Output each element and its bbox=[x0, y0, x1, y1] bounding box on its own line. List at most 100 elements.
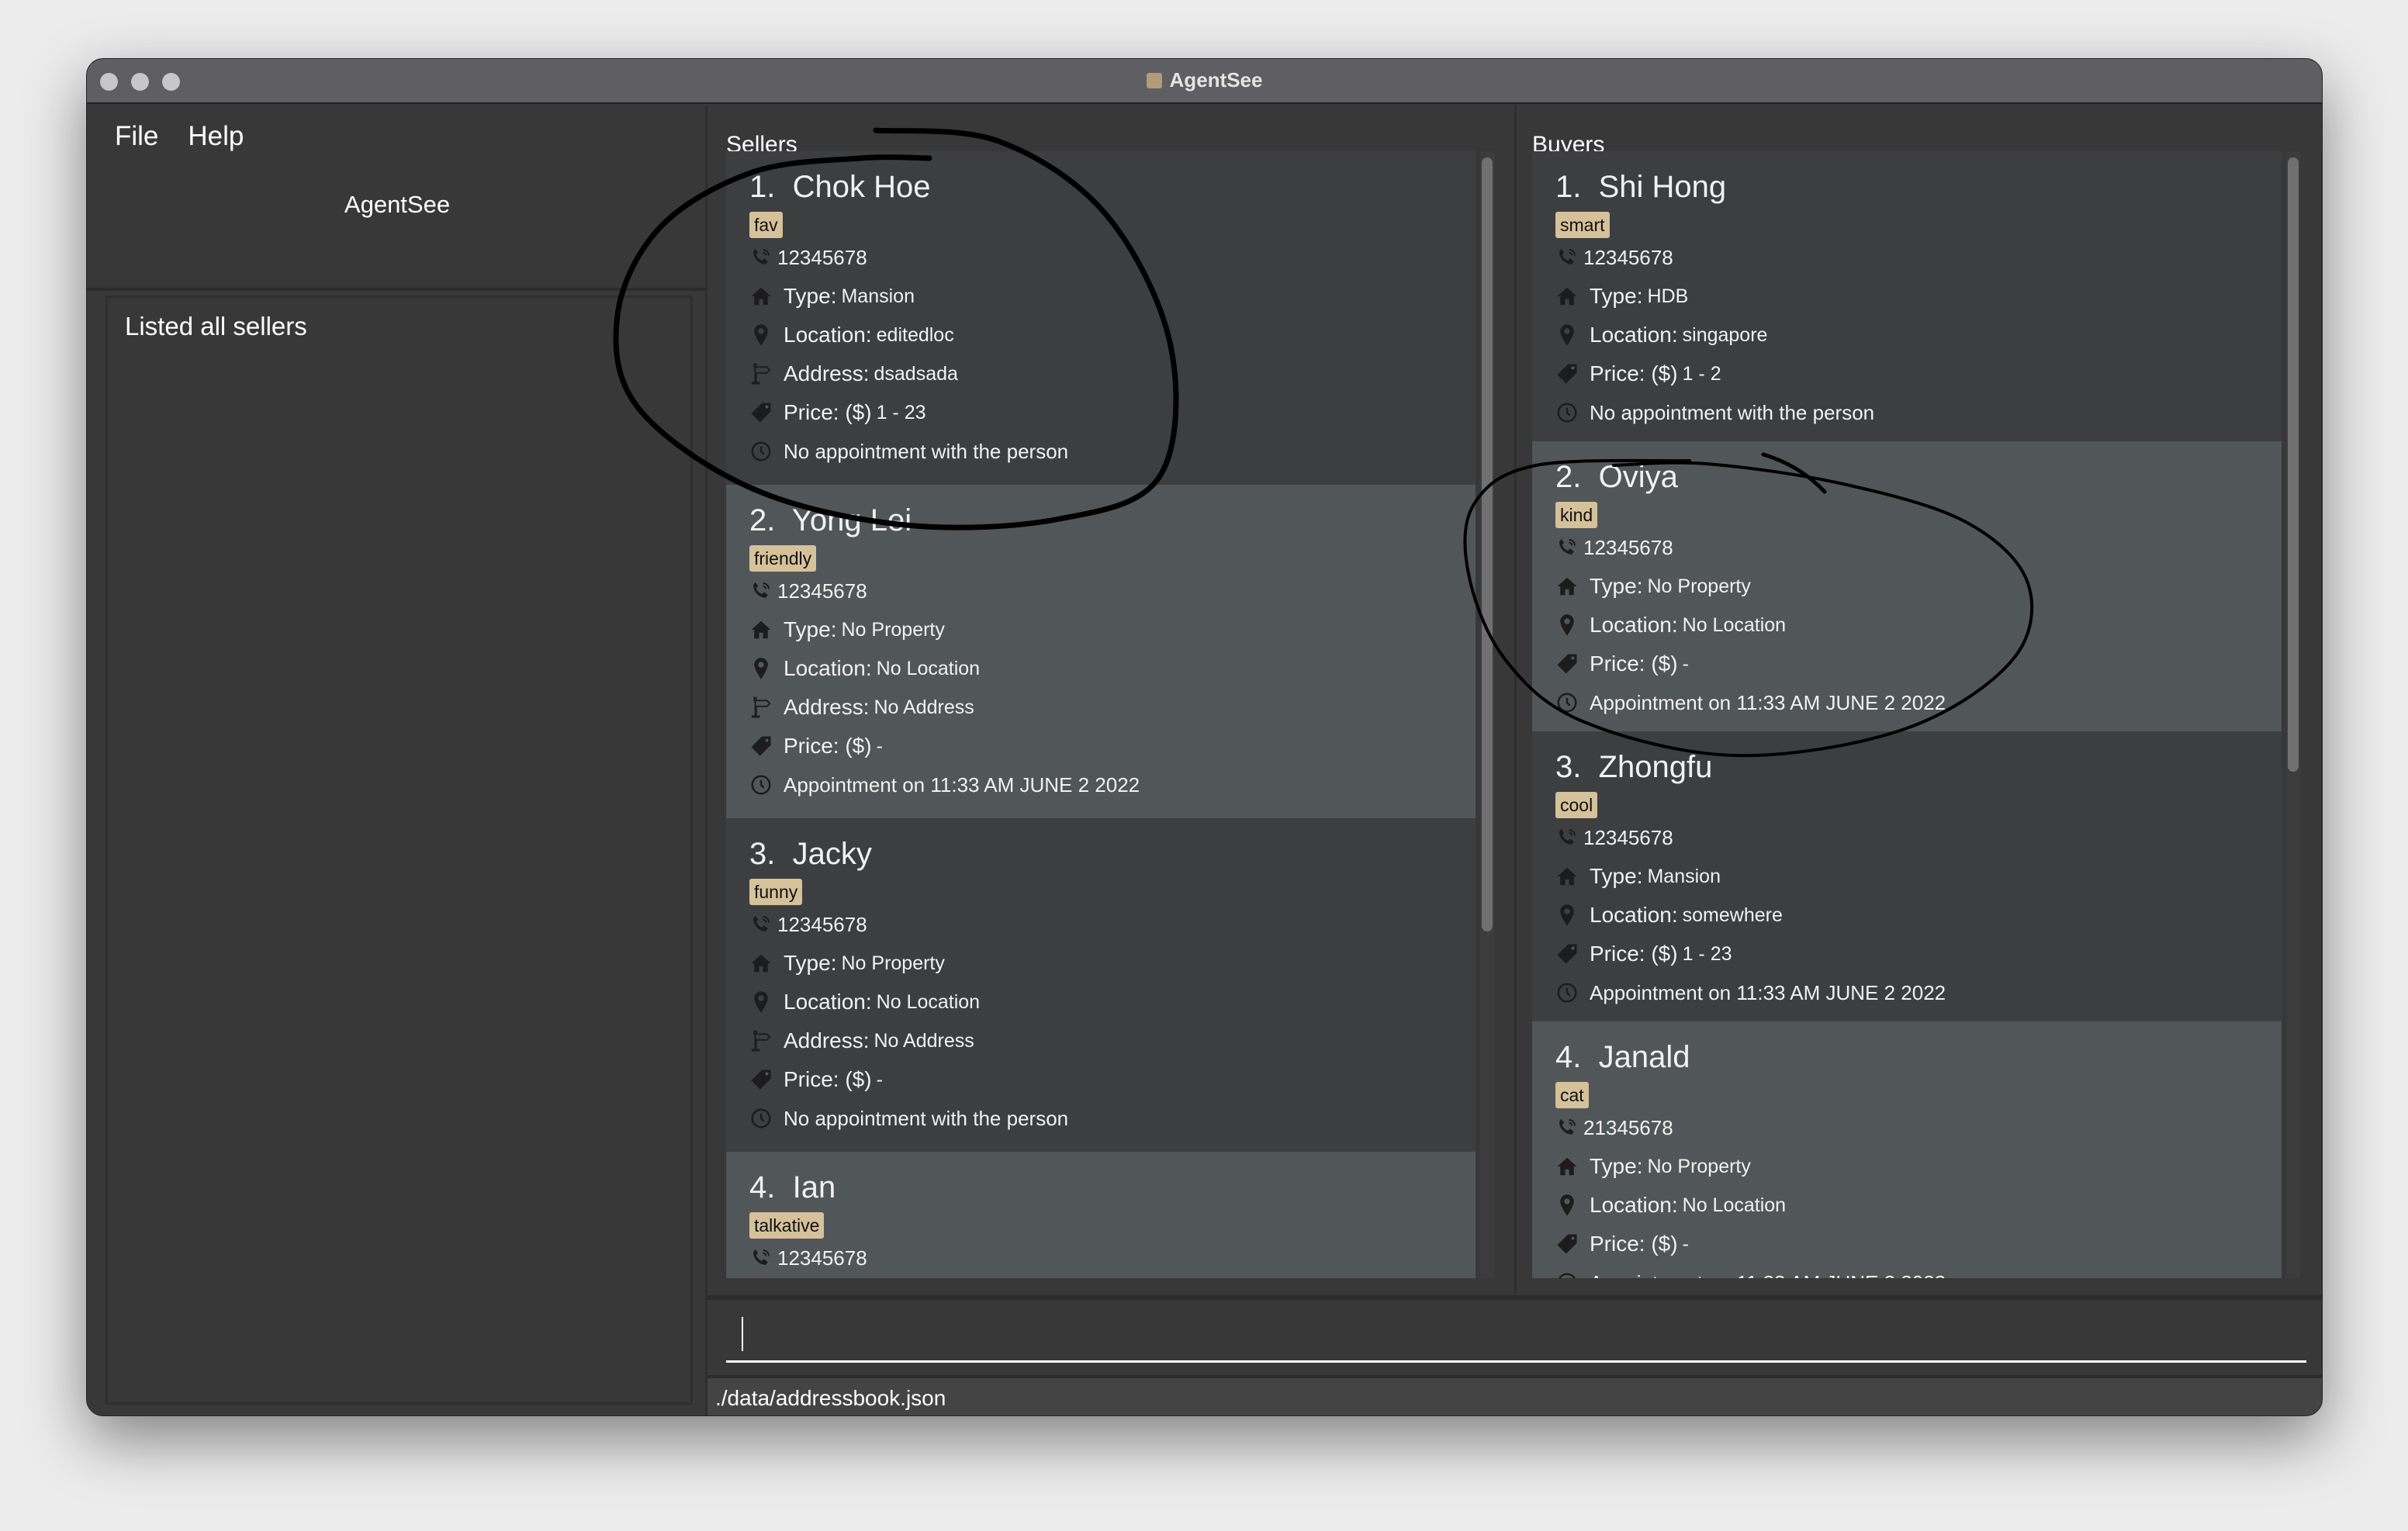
sellers-scrollbar[interactable] bbox=[1480, 151, 1494, 1278]
sellers-scroll-thumb[interactable] bbox=[1482, 157, 1493, 931]
buyers-scroll-thumb[interactable] bbox=[2288, 157, 2299, 772]
clock-icon bbox=[749, 1107, 784, 1130]
type-value: Mansion bbox=[1647, 865, 1721, 887]
location-row: Location: singapore bbox=[1555, 316, 2282, 354]
house-icon bbox=[749, 952, 784, 975]
address-value: No Address bbox=[874, 1029, 974, 1052]
menu-file[interactable]: File bbox=[115, 121, 158, 152]
tag-list: cat bbox=[1555, 1077, 2282, 1108]
price-tag-icon bbox=[749, 1068, 784, 1091]
location-value: No Location bbox=[1682, 1194, 1787, 1216]
menu-help[interactable]: Help bbox=[188, 121, 244, 152]
person-card[interactable]: 3. Jacky funny 12345678 Type: No Property Loc… bbox=[726, 818, 1476, 1152]
location-label: Location: bbox=[784, 990, 872, 1014]
type-value: No Property bbox=[1647, 575, 1751, 597]
type-row: Type: HDB bbox=[1555, 277, 2282, 316]
price-row: Price: ($) 1 - 23 bbox=[749, 393, 1476, 432]
price-label: Price: ($) bbox=[784, 400, 872, 424]
price-row: Price: ($) 1 - 2 bbox=[1555, 354, 2282, 393]
left-pane: File Help AgentSee Listed all sellers bbox=[87, 105, 708, 1415]
address-label: Address: bbox=[784, 361, 870, 385]
tag-badge: cat bbox=[1555, 1082, 1589, 1108]
tag-list: talkative bbox=[749, 1208, 1476, 1239]
price-row: Price: ($) - bbox=[1555, 645, 2282, 683]
person-index: 2. bbox=[1555, 460, 1582, 494]
tag-list: funny bbox=[749, 874, 1476, 905]
price-value: 1 - 23 bbox=[1682, 942, 1732, 965]
clock-icon bbox=[1555, 691, 1590, 714]
type-value: HDB bbox=[1647, 285, 1689, 307]
price-label: Price: ($) bbox=[1590, 942, 1678, 966]
person-name-text: Chok Hoe bbox=[792, 170, 931, 204]
menu-bar: File Help bbox=[115, 121, 244, 152]
price-tag-icon bbox=[749, 734, 784, 758]
window-title-text: AgentSee bbox=[1169, 68, 1263, 92]
person-card[interactable]: 2. Yong Lei friendly 12345678 Type: No Prope… bbox=[726, 485, 1476, 818]
type-value: No Property bbox=[841, 618, 945, 641]
location-pin-icon bbox=[1555, 1194, 1590, 1217]
price-row: Price: ($) - bbox=[749, 1060, 1476, 1099]
price-tag-icon bbox=[1555, 362, 1590, 385]
appointment-row: Appointment on 11:33 AM JUNE 2 2022 bbox=[1555, 1263, 2282, 1278]
sellers-list[interactable]: 1. Chok Hoe fav 12345678 Type: Mansion Locati… bbox=[726, 151, 1476, 1278]
appointment-value: No appointment with the person bbox=[784, 439, 1069, 463]
type-label: Type: bbox=[1590, 864, 1643, 888]
person-card[interactable]: 4. Ian talkative 12345678 bbox=[726, 1152, 1476, 1278]
person-name: 2. Yong Lei bbox=[749, 500, 1476, 541]
buyers-scrollbar[interactable] bbox=[2286, 151, 2300, 1278]
person-card[interactable]: 2. Oviya kind 12345678 Type: No Property Loca… bbox=[1532, 441, 2282, 731]
type-row: Type: No Property bbox=[749, 610, 1476, 649]
phone-value: 21345678 bbox=[1583, 1115, 1673, 1139]
type-label: Type: bbox=[784, 617, 837, 641]
appointment-value: No appointment with the person bbox=[1590, 400, 1875, 424]
type-value: No Property bbox=[841, 952, 945, 974]
buyers-list[interactable]: 1. Shi Hong smart 12345678 Type: HDB Location… bbox=[1532, 151, 2282, 1278]
phone-value: 12345678 bbox=[777, 1246, 867, 1270]
appointment-value: Appointment on 11:33 AM JUNE 2 2022 bbox=[1590, 980, 1946, 1004]
person-name: 2. Oviya bbox=[1555, 457, 2282, 497]
location-pin-icon bbox=[1555, 904, 1590, 927]
address-value: dsadsada bbox=[874, 362, 958, 385]
address-row: Address: dsadsada bbox=[749, 354, 1476, 393]
phone-icon bbox=[1555, 536, 1583, 559]
phone-row: 12345678 bbox=[749, 1239, 1476, 1277]
person-name: 3. Jacky bbox=[749, 834, 1476, 874]
person-card[interactable]: 4. Janald cat 21345678 Type: No Property Loca… bbox=[1532, 1021, 2282, 1278]
phone-value: 12345678 bbox=[777, 245, 867, 269]
price-value: - bbox=[1682, 652, 1689, 675]
command-box[interactable] bbox=[708, 1295, 2322, 1371]
person-name: 1. Shi Hong bbox=[1555, 167, 2282, 207]
clock-icon bbox=[1555, 1271, 1590, 1278]
result-message: Listed all sellers bbox=[125, 312, 307, 340]
phone-icon bbox=[1555, 826, 1583, 849]
type-label: Type: bbox=[784, 284, 837, 308]
person-card[interactable]: 1. Chok Hoe fav 12345678 Type: Mansion Locati… bbox=[726, 151, 1476, 485]
appointment-row: Appointment on 11:33 AM JUNE 2 2022 bbox=[1555, 683, 2282, 722]
tag-badge: cool bbox=[1555, 792, 1598, 818]
person-name-text: Ian bbox=[792, 1170, 836, 1204]
person-card[interactable]: 1. Shi Hong smart 12345678 Type: HDB Location… bbox=[1532, 151, 2282, 441]
price-value: 1 - 23 bbox=[876, 401, 926, 423]
location-row: Location: No Location bbox=[1555, 1186, 2282, 1225]
location-pin-icon bbox=[749, 323, 784, 347]
tag-badge: kind bbox=[1555, 502, 1598, 528]
signpost-icon bbox=[749, 696, 784, 719]
phone-value: 12345678 bbox=[1583, 535, 1673, 559]
buyers-panel: Buyers 1. Shi Hong smart 12345678 Type: HDB L… bbox=[1514, 105, 2322, 1354]
type-value: Mansion bbox=[841, 285, 915, 307]
price-row: Price: ($) - bbox=[749, 727, 1476, 766]
location-label: Location: bbox=[1590, 1193, 1678, 1217]
status-bar: ./data/addressbook.json bbox=[708, 1375, 2322, 1415]
appointment-row: No appointment with the person bbox=[1555, 393, 2282, 432]
location-label: Location: bbox=[1590, 323, 1678, 347]
address-value: No Address bbox=[874, 696, 974, 718]
location-row: Location: No Location bbox=[1555, 606, 2282, 645]
location-label: Location: bbox=[784, 656, 872, 680]
phone-row: 21345678 bbox=[1555, 1108, 2282, 1147]
appointment-value: Appointment on 11:33 AM JUNE 2 2022 bbox=[784, 772, 1140, 797]
person-name: 4. Ian bbox=[749, 1167, 1476, 1208]
phone-value: 12345678 bbox=[777, 579, 867, 603]
person-name-text: Yong Lei bbox=[791, 503, 912, 537]
person-card[interactable]: 3. Zhongfu cool 12345678 Type: Mansion Locati… bbox=[1532, 731, 2282, 1021]
person-index: 4. bbox=[749, 1170, 776, 1204]
